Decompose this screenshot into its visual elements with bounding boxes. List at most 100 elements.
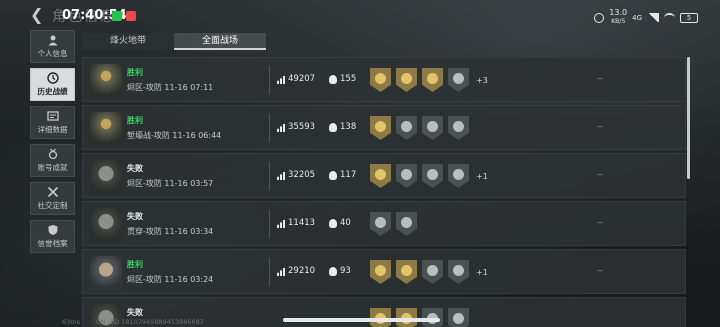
match-row[interactable]: 胜利 烬区-攻防 11-16 03:24 29210 93 +1 -- xyxy=(82,249,686,294)
match-score: 49207 xyxy=(288,74,316,84)
match-row[interactable]: 胜利 堑壕战-攻防 11-16 06:44 35593 138 -- xyxy=(82,105,686,150)
silver-medal-icon[interactable] xyxy=(422,116,443,140)
gold-medal-icon[interactable] xyxy=(396,260,417,284)
tab-hazard-zone[interactable]: 烽火地带 xyxy=(82,33,174,50)
bar-chart-icon xyxy=(277,76,285,84)
divider xyxy=(269,114,270,142)
match-extra: -- xyxy=(597,74,603,83)
silver-medal-icon[interactable] xyxy=(396,116,417,140)
match-kills: 117 xyxy=(340,170,357,180)
achievement-icon xyxy=(48,148,57,160)
silver-medal-icon[interactable] xyxy=(448,68,469,92)
gold-medal-icon[interactable] xyxy=(370,260,391,284)
medal-emblem xyxy=(375,265,386,276)
divider xyxy=(269,210,270,238)
divider xyxy=(269,162,270,190)
medal-emblem xyxy=(427,265,438,276)
match-row[interactable]: 胜利 烬区-攻防 11-16 07:11 49207 155 +3 -- xyxy=(82,57,686,102)
more-medals-count: +1 xyxy=(476,267,488,277)
gold-medal-icon[interactable] xyxy=(396,68,417,92)
sidebar-item-label: 个人信息 xyxy=(37,49,68,58)
match-mode-time: 堑壕战-攻防 11-16 06:44 xyxy=(127,131,222,140)
gold-medal-icon[interactable] xyxy=(370,164,391,188)
gold-medal-icon[interactable] xyxy=(370,116,391,140)
silver-medal-icon[interactable] xyxy=(448,308,469,327)
more-medals-count: +1 xyxy=(476,171,488,181)
medal-list: +3 xyxy=(370,68,488,92)
match-score: 32205 xyxy=(288,170,316,180)
avatar xyxy=(90,112,122,146)
mode-tabs: 烽火地带 全面战场 xyxy=(82,33,266,50)
match-mode-time: 烬区-攻防 11-16 03:24 xyxy=(127,275,214,284)
latency-text: 63ms xyxy=(62,318,80,326)
avatar xyxy=(90,256,122,290)
heart-icon xyxy=(126,11,136,21)
silver-medal-icon[interactable] xyxy=(448,164,469,188)
divider xyxy=(269,66,270,94)
match-kills: 40 xyxy=(340,218,351,228)
battery-icon: 5 xyxy=(680,12,698,23)
medal-emblem xyxy=(401,121,412,132)
sidebar-item-label: 信誉档案 xyxy=(37,239,68,248)
silver-medal-icon[interactable] xyxy=(448,260,469,284)
match-row[interactable]: 失败 贯穿-攻防 11-16 03:34 11413 40 -- xyxy=(82,201,686,246)
silver-medal-icon[interactable] xyxy=(422,260,443,284)
match-mode-time: 贯穿-攻防 11-16 03:34 xyxy=(127,227,214,236)
match-result: 胜利 xyxy=(127,260,143,269)
sidebar-item-history[interactable]: 历史战绩 xyxy=(30,68,75,101)
signal-icon xyxy=(647,13,659,22)
gold-medal-icon[interactable] xyxy=(370,68,391,92)
sidebar-item-personal-info[interactable]: 个人信息 xyxy=(30,30,75,63)
medal-emblem xyxy=(401,265,412,276)
medal-list xyxy=(370,212,417,236)
back-arrow-icon[interactable]: ❮ xyxy=(30,6,46,24)
match-result: 失败 xyxy=(127,212,143,221)
match-extra: -- xyxy=(597,266,603,275)
uid-text: CN UID 18107945889453886687 xyxy=(96,318,204,326)
match-history-list[interactable]: 胜利 烬区-攻防 11-16 07:11 49207 155 +3 -- 胜利 堑壕战-攻防 … xyxy=(82,57,686,327)
medal-emblem xyxy=(401,73,412,84)
sidebar-item-detailed-data[interactable]: 详细数据 xyxy=(30,106,75,139)
match-result: 失败 xyxy=(127,164,143,173)
match-extra: -- xyxy=(597,122,603,131)
network-type: 4G xyxy=(632,13,642,22)
sidebar-item-social[interactable]: 社交定制 xyxy=(30,182,75,215)
shield-icon xyxy=(48,225,57,235)
scrollbar[interactable] xyxy=(687,57,690,179)
sidebar-item-reputation[interactable]: 信誉档案 xyxy=(30,220,75,253)
sidebar-item-achievements[interactable]: 账号成就 xyxy=(30,144,75,177)
silver-medal-icon[interactable] xyxy=(448,116,469,140)
social-icon xyxy=(47,186,58,198)
tab-full-battlefield[interactable]: 全面战场 xyxy=(174,33,266,50)
home-indicator[interactable] xyxy=(283,318,440,322)
medal-emblem xyxy=(453,313,464,324)
history-icon xyxy=(46,72,59,84)
match-score: 35593 xyxy=(288,122,316,132)
avatar xyxy=(90,160,122,194)
medal-list: +1 xyxy=(370,164,488,188)
avatar xyxy=(90,208,122,242)
match-result: 失败 xyxy=(127,308,143,317)
match-kills: 155 xyxy=(340,74,357,84)
bar-chart-icon xyxy=(277,220,285,228)
skull-icon xyxy=(329,171,337,180)
sidebar-item-label: 社交定制 xyxy=(37,201,68,210)
medal-emblem xyxy=(375,121,386,132)
match-result: 胜利 xyxy=(127,68,143,77)
medal-emblem xyxy=(427,121,438,132)
data-icon xyxy=(46,111,59,121)
net-speed: 13.0 KB/S xyxy=(609,9,627,26)
match-extra: -- xyxy=(597,218,603,227)
match-row[interactable]: 失败 烬区-攻防 11-16 03:57 32205 117 +1 -- xyxy=(82,153,686,198)
silver-medal-icon[interactable] xyxy=(396,212,417,236)
medal-emblem xyxy=(427,169,438,180)
status-bar: ❮ 角色信息 07:40:54 13.0 KB/S 4G 5 xyxy=(0,0,720,32)
silver-medal-icon[interactable] xyxy=(370,212,391,236)
silver-medal-icon[interactable] xyxy=(396,164,417,188)
skull-icon xyxy=(329,267,337,276)
alarm-icon xyxy=(594,12,605,23)
medal-emblem xyxy=(375,217,386,228)
gold-medal-icon[interactable] xyxy=(422,68,443,92)
sidebar-item-label: 详细数据 xyxy=(37,125,68,134)
silver-medal-icon[interactable] xyxy=(422,164,443,188)
